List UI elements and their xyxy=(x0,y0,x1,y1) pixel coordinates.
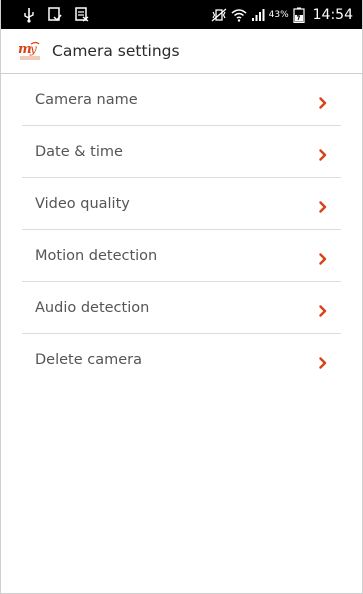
wifi-icon xyxy=(231,8,247,22)
settings-item-camera-name[interactable]: Camera name xyxy=(1,74,362,126)
settings-item-label: Date & time xyxy=(35,144,123,160)
status-bar-time: 14:54 xyxy=(312,6,353,23)
app-header: m y Camera settings xyxy=(1,29,362,74)
vibrate-off-icon xyxy=(211,8,227,22)
settings-item-label: Camera name xyxy=(35,92,138,108)
settings-item-label: Motion detection xyxy=(35,248,158,264)
settings-item-video-quality[interactable]: Video quality xyxy=(1,178,362,230)
signal-icon xyxy=(251,8,265,22)
spreadsheet-icon xyxy=(75,7,89,22)
status-bar-system: 43% 14:54 xyxy=(211,4,353,25)
clipboard-check-icon xyxy=(48,7,62,22)
settings-list: Camera name Date & time Video quality Mo… xyxy=(1,74,362,386)
battery-charging-icon xyxy=(293,7,305,23)
page-title: Camera settings xyxy=(52,42,180,60)
settings-item-delete-camera[interactable]: Delete camera xyxy=(1,334,362,386)
app-logo-icon[interactable]: m y xyxy=(17,40,43,62)
camera-settings-screen: 43% 14:54 m y Camera settings Camera nam… xyxy=(0,0,363,594)
settings-item-label: Audio detection xyxy=(35,300,150,316)
status-bar: 43% 14:54 xyxy=(1,0,362,29)
settings-item-audio-detection[interactable]: Audio detection xyxy=(1,282,362,334)
chevron-right-icon xyxy=(319,198,327,213)
chevron-right-icon xyxy=(319,302,327,317)
status-bar-notifications xyxy=(23,4,89,25)
chevron-right-icon xyxy=(319,94,327,109)
usb-icon xyxy=(23,7,35,23)
chevron-right-icon xyxy=(319,146,327,161)
settings-item-label: Video quality xyxy=(35,196,130,212)
settings-item-motion-detection[interactable]: Motion detection xyxy=(1,230,362,282)
battery-percent: 43% xyxy=(268,9,289,20)
svg-text:y: y xyxy=(29,42,37,56)
chevron-right-icon xyxy=(319,354,327,369)
settings-item-date-time[interactable]: Date & time xyxy=(1,126,362,178)
settings-item-label: Delete camera xyxy=(35,352,143,368)
chevron-right-icon xyxy=(319,250,327,265)
